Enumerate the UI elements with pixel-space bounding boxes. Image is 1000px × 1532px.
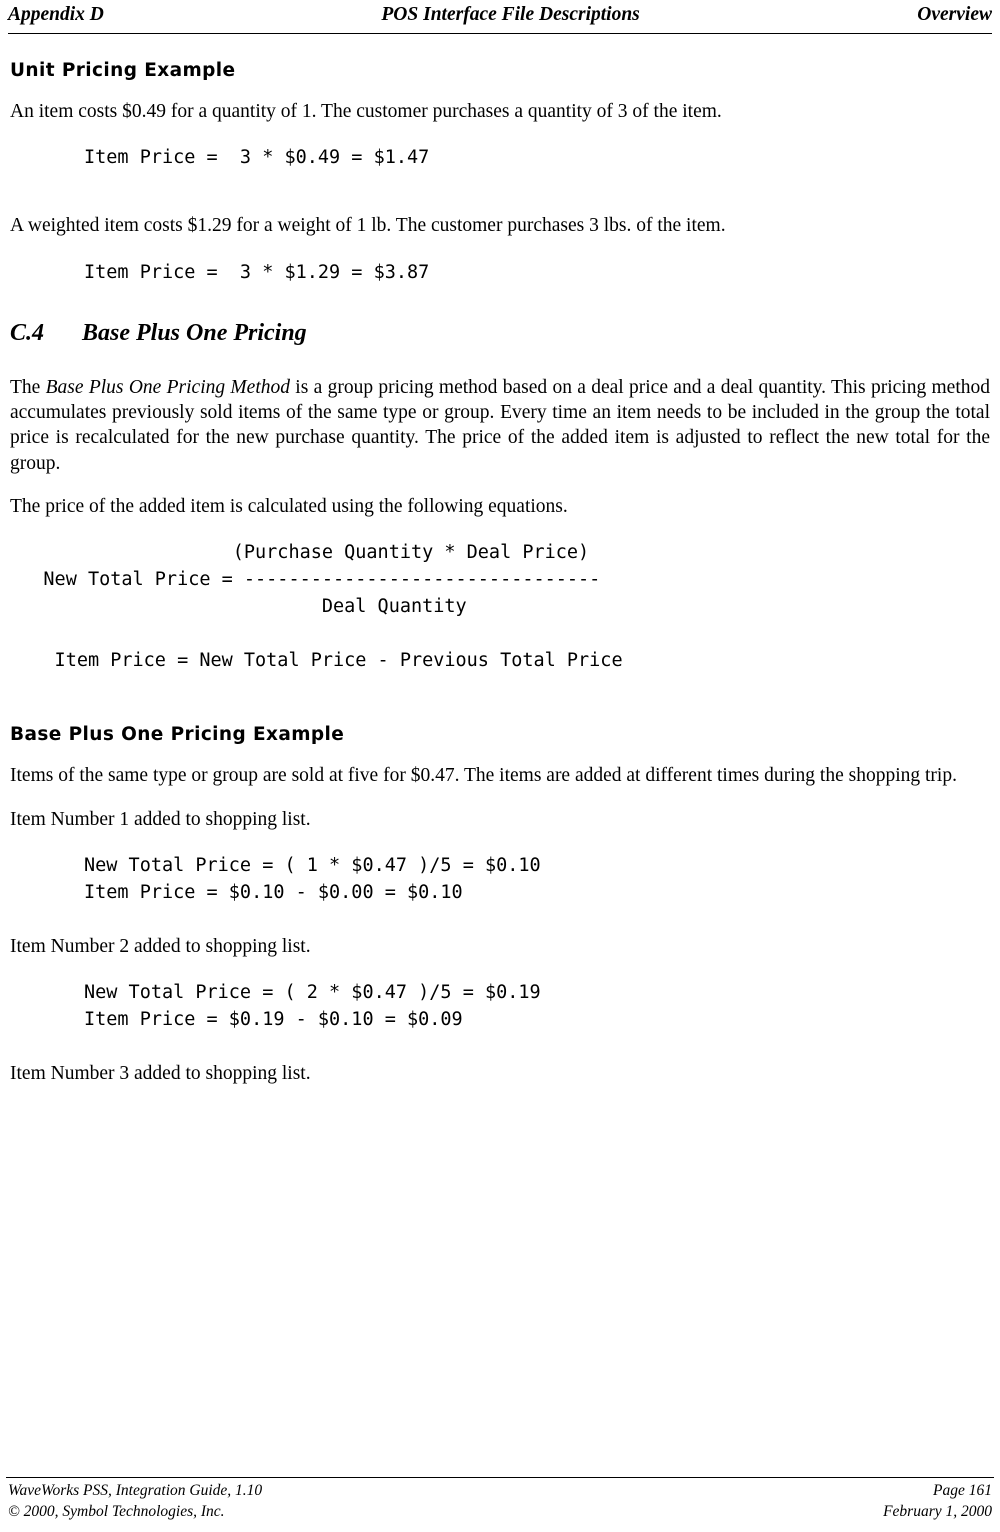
spacer-after-item-1 — [10, 906, 990, 916]
paragraph-unit-pricing-1: An item costs $0.49 for a quantity of 1.… — [10, 101, 722, 122]
paragraph-equations-intro: The price of the added item is calculate… — [10, 496, 568, 518]
spacer-after-item-2 — [10, 1033, 990, 1043]
paragraph-base-plus-one-description: The Base Plus One Pricing Method is a gr… — [10, 375, 990, 476]
footer-guide-title: WaveWorks PSS, Integration Guide, 1.10 — [8, 1482, 263, 1500]
paragraph-item-2: Item Number 2 added to shopping list. — [10, 936, 311, 958]
footer-row-1: WaveWorks PSS, Integration Guide, 1.10 P… — [6, 1481, 994, 1501]
section-title: Base Plus One Pricing — [82, 319, 307, 346]
footer-copyright: © 2000, Symbol Technologies, Inc. — [8, 1502, 225, 1520]
section-number: C.4 — [10, 319, 45, 346]
page-content: Unit Pricing Example An item costs $0.49… — [6, 60, 994, 1087]
header-left-appendix: Appendix D — [8, 4, 104, 25]
paragraph-base-plus-one-text: The Base Plus One Pricing Method is a gr… — [10, 376, 990, 474]
spacer-after-section-heading — [10, 347, 990, 357]
heading-section-base-plus-one: C.4 Base Plus One Pricing — [10, 320, 990, 347]
code-item-1-calculation: New Total Price = ( 1 * $0.47 )/5 = $0.1… — [84, 855, 541, 904]
paragraph-item-3: Item Number 3 added to shopping list. — [10, 1063, 311, 1085]
document-page: Appendix D POS Interface File Descriptio… — [0, 0, 1000, 1532]
page-header: Appendix D POS Interface File Descriptio… — [6, 0, 994, 32]
code-item-2-calculation: New Total Price = ( 2 * $0.47 )/5 = $0.1… — [84, 982, 541, 1031]
header-right-section: Overview — [917, 4, 992, 25]
footer-row-2: © 2000, Symbol Technologies, Inc. Februa… — [6, 1502, 994, 1522]
code-base-plus-one-formula: (Purchase Quantity * Deal Price) New Tot… — [43, 542, 623, 672]
italic-method-name: Base Plus One Pricing Method — [45, 376, 290, 398]
spacer-after-formula — [10, 674, 990, 698]
heading-base-plus-one-example: Base Plus One Pricing Example — [10, 724, 345, 746]
paragraph-example-intro: Items of the same type or group are sold… — [10, 765, 957, 787]
header-divider — [8, 33, 992, 34]
footer-page-number: Page 161 — [933, 1482, 992, 1500]
header-center-title: POS Interface File Descriptions — [381, 4, 640, 25]
heading-unit-pricing-example: Unit Pricing Example — [10, 60, 236, 81]
code-unit-price-weight: Item Price = 3 * $1.29 = $3.87 — [84, 261, 430, 283]
code-unit-price-quantity: Item Price = 3 * $0.49 = $1.47 — [84, 147, 430, 169]
footer-date: February 1, 2000 — [883, 1502, 992, 1520]
paragraph-item-1: Item Number 1 added to shopping list. — [10, 808, 311, 830]
paragraph-unit-pricing-2: A weighted item costs $1.29 for a weight… — [10, 215, 726, 237]
spacer-after-code-1 — [10, 171, 990, 195]
page-footer: WaveWorks PSS, Integration Guide, 1.10 P… — [6, 1477, 994, 1522]
footer-divider — [6, 1477, 994, 1479]
